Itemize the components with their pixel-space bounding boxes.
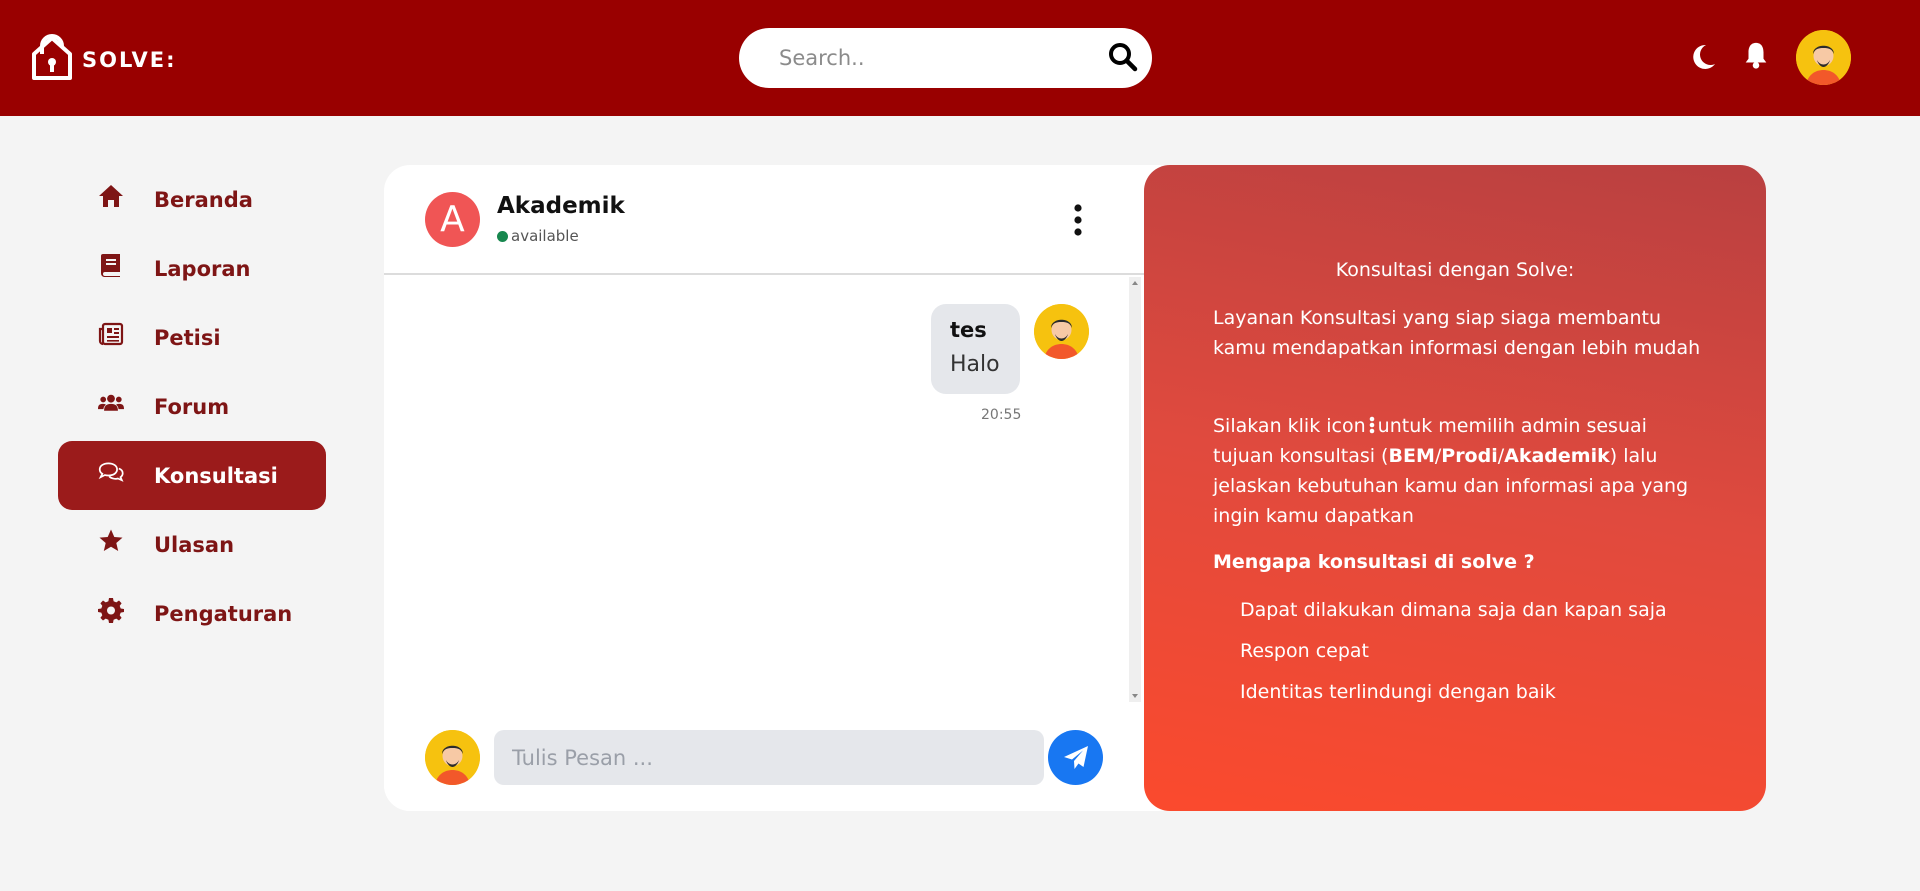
contact-name: Akademik	[497, 193, 625, 219]
message-input[interactable]	[494, 730, 1044, 785]
moon-icon[interactable]	[1689, 42, 1717, 72]
message-timestamp: 20:55	[981, 407, 1022, 423]
message-list[interactable]: tes Halo 20:55	[384, 277, 1144, 702]
composer-avatar	[425, 730, 480, 785]
search-bar	[739, 28, 1152, 88]
search-icon[interactable]	[1108, 42, 1138, 72]
sidebar-item-petisi[interactable]: Petisi	[58, 303, 326, 372]
chat-header: A Akademik available	[384, 165, 1144, 275]
sidebar-item-label: Forum	[154, 394, 230, 419]
chat-icon	[98, 462, 124, 482]
sidebar-item-label: Laporan	[154, 256, 251, 281]
message-bubble: tes Halo	[931, 304, 1020, 394]
sidebar-item-label: Petisi	[154, 325, 221, 350]
more-options-icon[interactable]	[1070, 203, 1086, 237]
sidebar-item-ulasan[interactable]: Ulasan	[58, 510, 326, 579]
contact-avatar: A	[425, 192, 480, 247]
sidebar-item-pengaturan[interactable]: Pengaturan	[58, 579, 326, 648]
option-akademik: Akademik	[1504, 445, 1610, 467]
why-title: Mengapa konsultasi di solve ?	[1213, 551, 1535, 573]
sidebar-item-label: Ulasan	[154, 532, 235, 557]
instruction-text-start: Silakan klik icon	[1213, 415, 1366, 437]
star-icon	[99, 529, 123, 551]
more-options-icon	[1369, 416, 1374, 434]
sidebar-nav: Beranda Laporan Petisi Forum Konsultasi …	[58, 165, 326, 648]
message-text: Halo	[950, 352, 1000, 377]
reason-item: Dapat dilakukan dimana saja dan kapan sa…	[1240, 599, 1667, 621]
message-avatar	[1034, 304, 1089, 359]
option-bem: BEM	[1388, 445, 1435, 467]
message-sender: tes	[950, 318, 987, 342]
scroll-up-arrow[interactable]	[1132, 281, 1138, 285]
sidebar-item-laporan[interactable]: Laporan	[58, 234, 326, 303]
online-status-dot	[497, 231, 508, 242]
search-input[interactable]	[779, 42, 1079, 74]
sidebar-item-label: Beranda	[154, 187, 253, 212]
consultation-info-panel: Konsultasi dengan Solve: Layanan Konsult…	[1144, 165, 1766, 811]
info-title: Konsultasi dengan Solve:	[1335, 259, 1575, 281]
send-button[interactable]	[1048, 730, 1103, 785]
sidebar-item-label: Konsultasi	[154, 463, 278, 488]
bell-icon[interactable]	[1742, 40, 1770, 70]
message-composer	[384, 702, 1144, 811]
user-avatar[interactable]	[1796, 30, 1851, 85]
lock-logo-icon	[32, 34, 72, 80]
sidebar-item-konsultasi[interactable]: Konsultasi	[58, 441, 326, 510]
chat-panel: A Akademik available tes Halo 20:55	[384, 165, 1184, 811]
contact-status: available	[511, 227, 579, 245]
reason-item: Identitas terlindungi dengan baik	[1240, 681, 1556, 703]
app-name: SOLVE:	[82, 48, 177, 72]
sidebar-item-label: Pengaturan	[154, 601, 293, 626]
book-icon	[100, 254, 120, 277]
newspaper-icon	[98, 322, 124, 346]
reason-item: Respon cepat	[1240, 640, 1369, 662]
sidebar-item-forum[interactable]: Forum	[58, 372, 326, 441]
home-icon	[99, 185, 123, 207]
gear-icon	[98, 598, 124, 623]
users-icon	[98, 394, 124, 411]
message-scrollbar[interactable]	[1129, 277, 1141, 702]
scroll-down-arrow[interactable]	[1132, 694, 1138, 698]
app-logo[interactable]: SOLVE:	[30, 34, 176, 82]
sidebar-item-beranda[interactable]: Beranda	[58, 165, 326, 234]
info-intro: Layanan Konsultasi yang siap siaga memba…	[1213, 307, 1701, 359]
info-instruction: Silakan klik icon untuk memilih admin ses…	[1213, 415, 1689, 527]
paper-plane-icon	[1063, 745, 1088, 769]
option-prodi: Prodi	[1441, 445, 1498, 467]
top-header: SOLVE:	[0, 0, 1920, 116]
